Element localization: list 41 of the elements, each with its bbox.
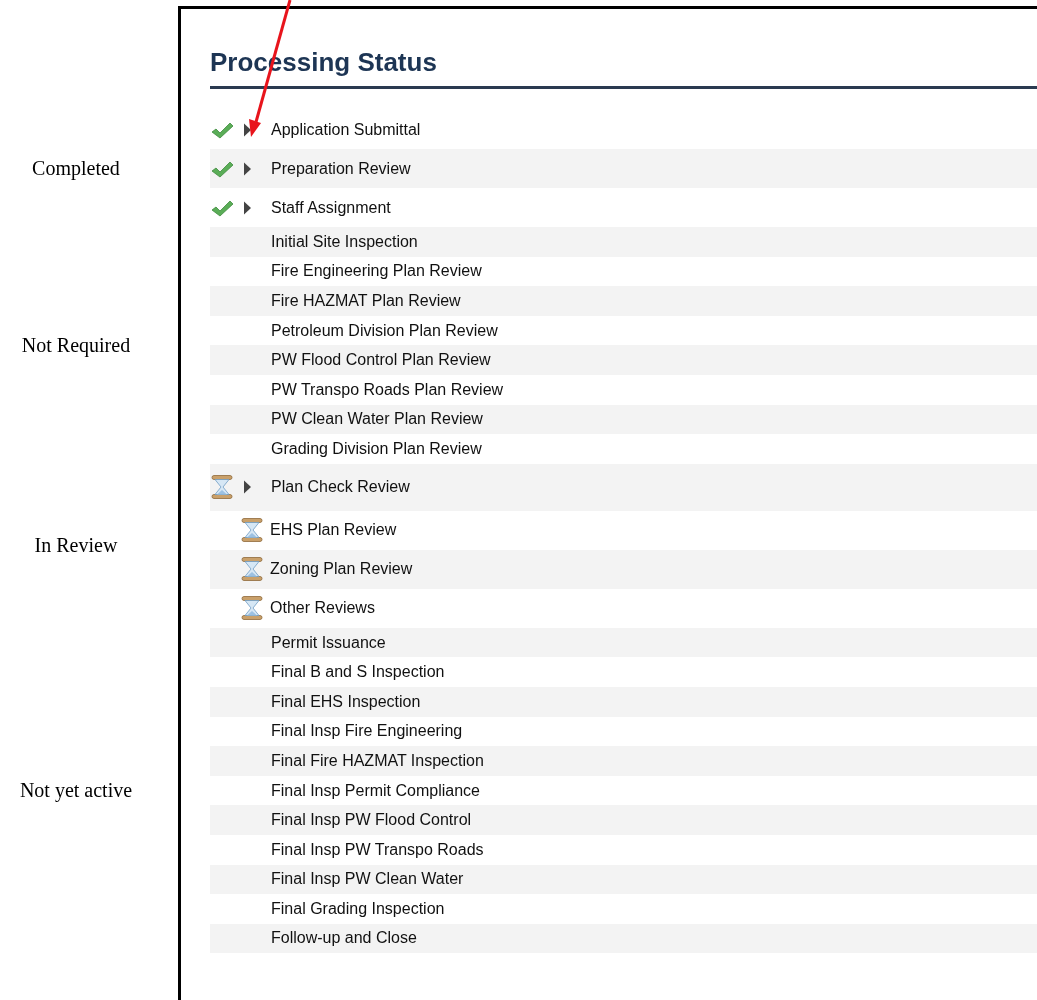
expand-arrow-icon[interactable]: [243, 122, 252, 137]
task-name: Final Grading Inspection: [271, 899, 445, 918]
checkmark-icon: [211, 198, 234, 217]
task-name: Fire HAZMAT Plan Review: [271, 292, 461, 310]
expand-arrow-icon[interactable]: [243, 480, 252, 495]
checkmark-icon: [211, 159, 234, 178]
task-name: Initial Site Inspection: [271, 232, 418, 251]
task-name: PW Flood Control Plan Review: [271, 351, 491, 370]
annotation-label: Not yet active: [19, 779, 133, 802]
expand-arrow-icon[interactable]: [243, 161, 252, 176]
task-name: Final B and S Inspection: [271, 663, 445, 682]
task-name: Other Reviews: [270, 599, 375, 618]
annotation-label: Completed: [32, 157, 120, 180]
task-name: Fire Engineering Plan Review: [271, 262, 482, 281]
hourglass-icon: [241, 557, 263, 582]
task-name: Application Submittal: [271, 120, 421, 139]
task-name: Staff Assignment: [271, 198, 391, 217]
task-name: Plan Check Review: [271, 478, 410, 497]
task-name: Final Fire HAZMAT Inspection: [271, 751, 484, 770]
task-name: PW Transpo Roads Plan Review: [271, 380, 504, 399]
task-name: EHS Plan Review: [270, 521, 397, 540]
hourglass-icon: [241, 518, 263, 543]
task-name: Final Insp PW Clean Water: [271, 870, 464, 889]
annotation-label: Not Required: [21, 333, 131, 357]
task-name: Final Insp Permit Compliance: [271, 781, 480, 800]
task-name: Final Insp PW Flood Control: [271, 811, 472, 830]
task-name: Final Insp Fire Engineering: [271, 722, 463, 741]
task-name: Preparation Review: [271, 159, 411, 178]
task-name: Permit Issuance: [271, 633, 386, 652]
expand-arrow-icon[interactable]: [243, 200, 252, 215]
task-name: Petroleum Division Plan Review: [271, 321, 498, 340]
task-name: Grading Division Plan Review: [271, 439, 482, 458]
hourglass-icon: [211, 475, 233, 500]
task-name: Final Insp PW Transpo Roads: [271, 840, 484, 859]
task-name: Final EHS Inspection: [271, 692, 421, 711]
task-name: Zoning Plan Review: [270, 560, 413, 579]
annotation-label: In Review: [34, 534, 118, 558]
task-name: PW Clean Water Plan Review: [271, 410, 483, 429]
task-name: Follow-up and Close: [271, 929, 417, 948]
checkmark-icon: [211, 120, 234, 139]
hourglass-icon: [241, 596, 263, 621]
